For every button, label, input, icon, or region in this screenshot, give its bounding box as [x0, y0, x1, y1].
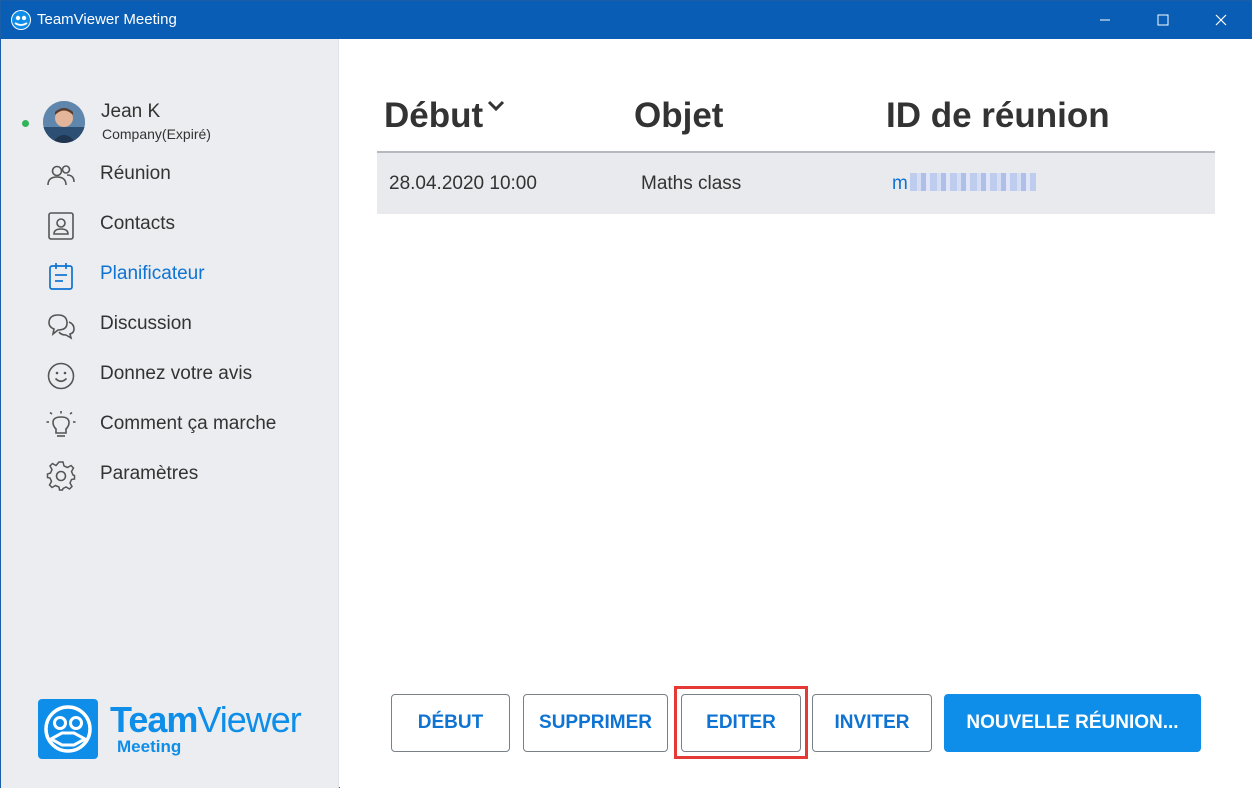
- sidebar-item-label: Donnez votre avis: [100, 363, 253, 384]
- calendar-icon: [49, 263, 73, 290]
- sidebar-item-how-it-works[interactable]: Comment ça marche: [1, 401, 339, 445]
- teamviewer-logo-icon: [38, 699, 98, 759]
- row-meeting-id-link[interactable]: m: [892, 173, 1036, 195]
- sidebar-item-label: Planificateur: [100, 263, 205, 284]
- user-name: Jean K: [101, 101, 161, 122]
- user-company: Company(Expiré): [102, 126, 211, 142]
- column-header-objet[interactable]: Objet: [634, 96, 723, 136]
- column-header-meeting-id[interactable]: ID de réunion: [886, 96, 1110, 136]
- column-header-debut[interactable]: Début: [384, 96, 483, 136]
- chevron-down-icon[interactable]: [486, 99, 506, 113]
- contact-card-icon: [48, 212, 74, 240]
- maximize-icon: [1157, 14, 1169, 26]
- new-meeting-button[interactable]: NOUVELLE RÉUNION...: [944, 694, 1201, 752]
- row-subject: Maths class: [641, 173, 742, 194]
- close-icon: [1215, 14, 1227, 26]
- sidebar-item-contacts[interactable]: Contacts: [1, 201, 339, 245]
- teamviewer-logo: TeamViewer Meeting: [38, 699, 308, 761]
- teamviewer-app-icon: [11, 10, 31, 30]
- invite-button[interactable]: INVITER: [812, 694, 932, 752]
- smiley-icon: [47, 362, 75, 390]
- minimize-button[interactable]: [1082, 1, 1128, 39]
- minimize-icon: [1100, 19, 1110, 21]
- sidebar-item-feedback[interactable]: Donnez votre avis: [1, 351, 339, 395]
- chat-icon: [48, 314, 75, 340]
- sidebar-item-label: Paramètres: [100, 463, 199, 484]
- lightbulb-icon: [46, 411, 76, 437]
- row-date: 28.04.2020 10:00: [389, 173, 537, 194]
- start-button[interactable]: DÉBUT: [391, 694, 510, 752]
- sidebar-item-planificateur[interactable]: Planificateur: [1, 251, 339, 295]
- sidebar-item-label: Comment ça marche: [100, 413, 277, 434]
- gear-icon: [46, 461, 76, 491]
- app-window: TeamViewer Meeting Jean K Company(Expiré…: [0, 0, 1252, 788]
- avatar[interactable]: [43, 101, 85, 143]
- delete-button[interactable]: SUPPRIMER: [523, 694, 668, 752]
- sidebar-item-label: Réunion: [100, 163, 171, 184]
- maximize-button[interactable]: [1140, 1, 1186, 39]
- window-title: TeamViewer Meeting: [37, 11, 177, 28]
- title-bar[interactable]: TeamViewer Meeting: [1, 1, 1251, 39]
- main-panel: Début Objet ID de réunion 28.04.2020 10:…: [340, 39, 1252, 788]
- sidebar-item-label: Discussion: [100, 313, 192, 334]
- highlight-box: [674, 686, 808, 759]
- users-icon: [47, 165, 75, 186]
- online-status-indicator: [22, 120, 29, 127]
- sidebar-item-label: Contacts: [100, 213, 175, 234]
- sidebar-item-settings[interactable]: Paramètres: [1, 451, 339, 495]
- sidebar-item-reunion[interactable]: Réunion: [1, 151, 339, 195]
- logo-wordmark: TeamViewer: [110, 699, 302, 740]
- close-button[interactable]: [1198, 1, 1244, 39]
- table-row[interactable]: 28.04.2020 10:00 Maths class m: [377, 153, 1215, 214]
- redacted-id: [909, 173, 1036, 191]
- sidebar-item-discussion[interactable]: Discussion: [1, 301, 339, 345]
- logo-product-name: Meeting: [117, 737, 182, 756]
